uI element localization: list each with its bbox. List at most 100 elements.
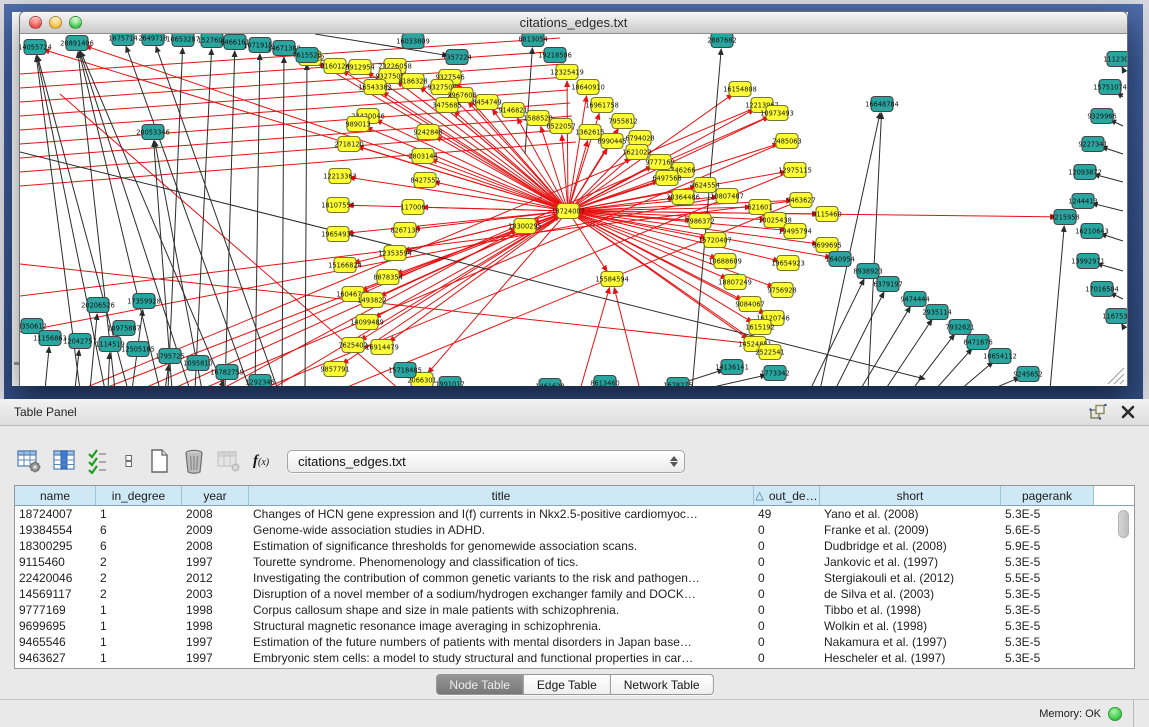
graph-node[interactable]: 16033809 (396, 34, 430, 49)
graph-node[interactable]: 7955812 (608, 114, 637, 129)
column-header-short[interactable]: short (820, 486, 1001, 505)
graph-node[interactable]: 6379197 (873, 277, 902, 292)
delete-column-icon[interactable] (181, 448, 207, 474)
graph-node[interactable]: 1493822 (357, 293, 386, 308)
graph-node[interactable]: 14055724 (20, 40, 52, 55)
graph-node[interactable]: 7932621 (945, 320, 974, 335)
graph-node[interactable]: 9474444 (900, 292, 929, 307)
graph-node[interactable]: 8938923 (853, 264, 882, 279)
graph-node[interactable]: 1244413 (1068, 194, 1097, 209)
graph-node[interactable]: 8813054 (518, 34, 547, 47)
graph-node[interactable]: 9329966 (1087, 109, 1116, 124)
graph-node[interactable]: 12325419 (550, 65, 584, 80)
network-window[interactable]: citations_edges.txt 18724007766382291601… (19, 11, 1128, 386)
zoom-window-button[interactable] (69, 16, 82, 29)
graph-node[interactable]: 2522541 (755, 345, 784, 360)
graph-node[interactable]: 15751074 (1093, 80, 1127, 95)
column-header-year[interactable]: year (182, 486, 249, 505)
graph-node[interactable]: 12213363 (323, 169, 357, 184)
graph-node[interactable]: 10654112 (983, 349, 1017, 364)
column-header-pagerank[interactable]: pagerank (1001, 486, 1094, 505)
graph-node[interactable]: 10653287 (166, 34, 200, 47)
graph-node[interactable]: 19654923 (771, 256, 805, 271)
table-row[interactable]: 946554611997Estimation of the future num… (15, 634, 1134, 650)
graph-node[interactable]: 2887682 (707, 34, 736, 48)
table-row[interactable]: 1938455462009Genome-wide association stu… (15, 522, 1134, 538)
graph-node[interactable]: 7357224 (442, 50, 471, 65)
table-selector-dropdown[interactable]: citations_edges.txt (287, 450, 685, 473)
graph-node[interactable]: 2935114 (922, 305, 951, 320)
graph-node[interactable]: 1167531 (1102, 309, 1127, 324)
graph-node[interactable]: 14136141 (715, 360, 749, 375)
network-graph-canvas[interactable]: 1872400776638229160124891295423226058932… (20, 34, 1127, 386)
graph-node[interactable]: 3475685 (432, 98, 461, 113)
graph-node[interactable]: 1640954 (825, 252, 854, 267)
graph-node[interactable]: 7615526 (292, 48, 321, 63)
graph-node[interactable]: 20891406 (60, 36, 94, 51)
table-row[interactable]: 977716911998Corpus callosum shape and si… (15, 602, 1134, 618)
graph-node[interactable]: 16154808 (723, 82, 757, 97)
graph-node[interactable]: 8522057 (546, 119, 575, 134)
table-row[interactable]: 1830029562008Estimation of significance … (15, 538, 1134, 554)
graph-node[interactable]: 3624554 (690, 178, 719, 193)
graph-node[interactable]: 8267130 (390, 223, 419, 238)
graph-node[interactable]: 12353594 (378, 246, 412, 261)
graph-node[interactable]: 8878354 (373, 270, 402, 285)
graph-node[interactable]: 15584594 (595, 272, 629, 287)
table-scrollbar-thumb[interactable] (1118, 510, 1129, 538)
graph-node[interactable]: 12093872 (1068, 165, 1102, 180)
show-columns-icon[interactable] (51, 448, 77, 474)
graph-node[interactable]: 12042757 (63, 334, 97, 349)
graph-node[interactable]: 8613460 (590, 376, 619, 387)
graph-node[interactable]: 8427552 (410, 173, 439, 188)
table-mode-icon[interactable] (16, 448, 42, 474)
graph-node[interactable]: 8912954 (345, 60, 374, 75)
graph-node[interactable]: 20053346 (136, 125, 170, 140)
table-row[interactable]: 1872400712008Changes of HCN gene express… (15, 506, 1134, 522)
graph-node[interactable]: 1095810 (183, 356, 212, 371)
graph-node[interactable]: 7986372 (685, 214, 714, 229)
graph-node[interactable]: 8215958 (1050, 210, 1079, 225)
graph-node[interactable]: 9463627 (786, 193, 815, 208)
delete-table-icon[interactable] (216, 448, 242, 474)
graph-node[interactable]: 1678275 (663, 378, 692, 387)
graph-node[interactable]: 16961758 (585, 98, 619, 113)
graph-node[interactable]: 1292346 (245, 375, 274, 387)
graph-node[interactable]: 19218506 (538, 48, 572, 63)
tab-edge-table[interactable]: Edge Table (524, 674, 611, 695)
graph-node[interactable]: 9084067 (735, 297, 764, 312)
graph-node[interactable]: 7485063 (772, 134, 801, 149)
graph-node[interactable]: 8990445 (597, 134, 626, 149)
graph-node[interactable]: 1112304 (1103, 52, 1127, 67)
table-row[interactable]: 969969511998Structural magnetic resonanc… (15, 618, 1134, 634)
graph-node[interactable]: 18640910 (571, 80, 605, 95)
column-header-out_de[interactable]: △out_de… (754, 486, 820, 505)
graph-node[interactable]: 1875714 (108, 34, 137, 46)
graph-node[interactable]: 2649718 (138, 34, 167, 46)
table-row[interactable]: 946362711997Embryonic stem cells: a mode… (15, 650, 1134, 666)
graph-node[interactable]: 8471676 (963, 335, 992, 350)
graph-node[interactable]: 9756928 (767, 283, 796, 298)
graph-node[interactable]: 989013 (345, 117, 370, 132)
graph-node[interactable]: 16914479 (365, 340, 399, 355)
graph-node[interactable]: 15166824 (328, 258, 362, 273)
column-header-title[interactable]: title (249, 486, 754, 505)
table-row[interactable]: 2242004622012Investigating the contribut… (15, 570, 1134, 586)
graph-node[interactable]: 9115460 (812, 207, 841, 222)
tab-node-table[interactable]: Node Table (435, 674, 524, 695)
close-window-button[interactable] (29, 16, 42, 29)
graph-node[interactable]: 9242848 (413, 125, 442, 140)
graph-node[interactable]: 10688609 (708, 254, 742, 269)
graph-node[interactable]: 2718120 (334, 137, 363, 152)
graph-node[interactable]: 18107554 (321, 198, 355, 213)
table-row[interactable]: 1456911722003Disruption of a novel membe… (15, 586, 1134, 602)
window-titlebar[interactable]: citations_edges.txt (20, 12, 1127, 34)
column-header-in_degree[interactable]: in_degree (96, 486, 182, 505)
function-builder-button[interactable]: f(x) (253, 453, 269, 470)
graph-node[interactable]: 1795725 (155, 349, 184, 364)
graph-node[interactable]: 1773342 (760, 366, 789, 381)
graph-node[interactable]: 1461628 (535, 379, 564, 387)
graph-node[interactable]: 1615192 (745, 320, 774, 335)
graph-node[interactable]: 1991017 (435, 377, 464, 387)
graph-node[interactable]: 13992971 (1071, 254, 1105, 269)
